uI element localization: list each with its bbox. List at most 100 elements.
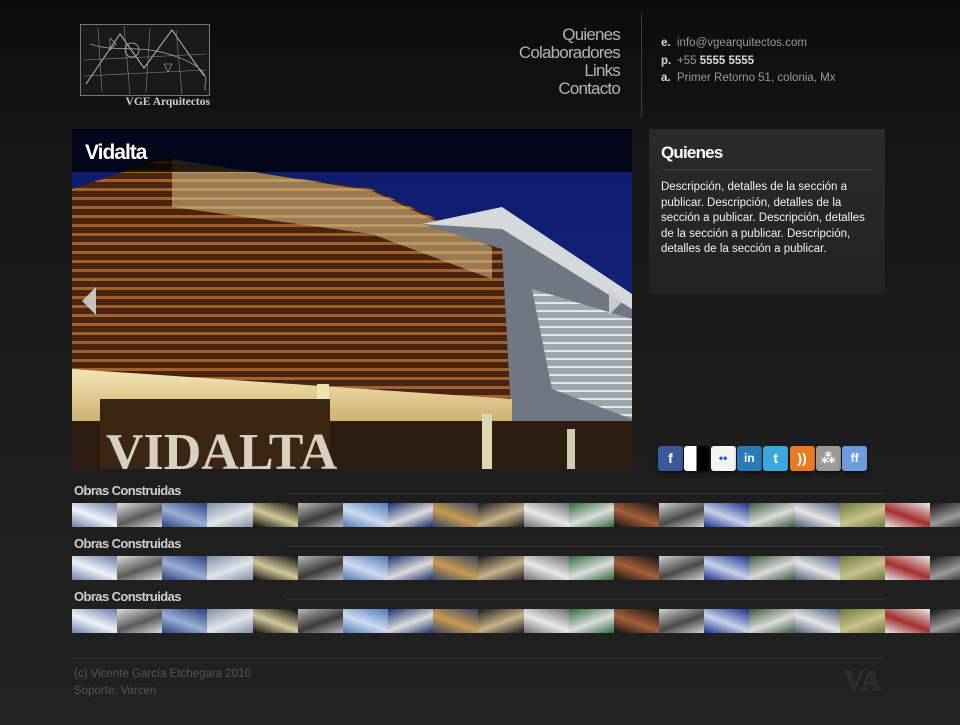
gallery-thumbnail[interactable] <box>478 556 524 580</box>
gallery-title: Obras Construidas <box>74 483 181 498</box>
main-nav: Quienes Colaboradores Links Contacto <box>519 26 621 98</box>
gallery-thumbnail[interactable] <box>659 503 705 527</box>
gallery-thumbnail[interactable] <box>433 556 479 580</box>
info-body: Descripción, detalles de la sección a pu… <box>661 181 865 256</box>
site-logo[interactable]: VGE Arquitectos <box>80 24 210 108</box>
slide-next-button[interactable] <box>607 287 623 320</box>
featured-slideshow[interactable]: VIDALTA Vidalta <box>72 129 632 469</box>
gallery-thumbnail[interactable] <box>478 609 524 633</box>
footer: (c) Vicente García Etchegara 2010 Soport… <box>74 666 251 700</box>
gallery-thumbnail[interactable] <box>613 556 660 580</box>
gallery-thumbnail[interactable] <box>72 609 118 633</box>
gallery-thumbnail[interactable] <box>162 556 208 580</box>
thumbnail-strip <box>72 609 960 633</box>
nav-divider <box>641 12 642 117</box>
gallery-thumbnail[interactable] <box>252 609 298 633</box>
gallery-thumbnail[interactable] <box>162 503 208 527</box>
gallery-thumbnail[interactable] <box>749 556 795 580</box>
gallery-thumbnail[interactable] <box>297 609 343 633</box>
gallery-thumbnail[interactable] <box>704 609 750 633</box>
gallery-thumbnail[interactable] <box>929 556 960 580</box>
gallery-thumbnail[interactable] <box>839 556 885 580</box>
gallery-thumbnail[interactable] <box>117 609 163 633</box>
gallery-thumbnail[interactable] <box>523 556 569 580</box>
gallery-thumbnail[interactable] <box>568 556 614 580</box>
gallery-thumbnail[interactable] <box>523 609 569 633</box>
gallery-thumbnail[interactable] <box>388 556 434 580</box>
slide-prev-button[interactable] <box>82 287 98 320</box>
gallery-thumbnail[interactable] <box>568 609 614 633</box>
gallery-thumbnail[interactable] <box>884 503 930 527</box>
gallery-rule <box>286 493 885 494</box>
contact-address-row: a. Primer Retorno 51, colonia, Mx <box>661 70 836 88</box>
gallery-thumbnail[interactable] <box>342 503 389 527</box>
gallery-thumbnail[interactable] <box>117 503 163 527</box>
gallery-thumbnail[interactable] <box>794 503 840 527</box>
monogram-text: VA <box>844 666 882 694</box>
gallery-thumbnail[interactable] <box>478 503 524 527</box>
phone-number: 5555 5555 <box>699 54 755 67</box>
gallery-rule <box>286 546 885 547</box>
chevron-left-icon <box>82 287 96 315</box>
gallery-thumbnail[interactable] <box>297 556 343 580</box>
nav-link-colaboradores[interactable]: Colaboradores <box>519 44 621 62</box>
gallery-title: Obras Construidas <box>74 589 181 604</box>
gallery-thumbnail[interactable] <box>388 503 434 527</box>
gallery-thumbnail[interactable] <box>523 503 569 527</box>
gallery-thumbnail[interactable] <box>884 609 930 633</box>
email-link[interactable]: info@vgearquitectos.com <box>677 37 807 49</box>
gallery-thumbnail[interactable] <box>433 609 479 633</box>
twitter-icon[interactable]: t <box>763 446 789 471</box>
gallery-thumbnail[interactable] <box>794 609 840 633</box>
gallery-thumbnail[interactable] <box>749 503 795 527</box>
delicious-icon[interactable] <box>684 446 710 471</box>
facebook-icon[interactable]: f <box>658 446 683 471</box>
nav-link-contacto[interactable]: Contacto <box>519 80 620 98</box>
gallery-thumbnail[interactable] <box>252 556 298 580</box>
gallery-thumbnail[interactable] <box>839 503 885 527</box>
friendfeed-icon[interactable]: ff <box>842 446 868 471</box>
gallery-thumbnail[interactable] <box>659 556 705 580</box>
logo-sketch-icon <box>80 24 210 96</box>
chevron-right-icon <box>609 287 623 315</box>
thumbnail-strip <box>72 503 960 527</box>
gallery-thumbnail[interactable] <box>207 503 253 527</box>
gallery-thumbnail[interactable] <box>568 503 614 527</box>
gallery-thumbnail[interactable] <box>72 556 118 580</box>
gallery-thumbnail[interactable] <box>839 609 885 633</box>
linkedin-icon[interactable]: in <box>736 446 762 471</box>
gallery-thumbnail[interactable] <box>342 609 389 633</box>
nav-link-quienes[interactable]: Quienes <box>519 26 621 44</box>
email-key: e. <box>661 37 671 49</box>
gallery-thumbnail[interactable] <box>433 503 479 527</box>
gallery-thumbnail[interactable] <box>929 609 960 633</box>
gallery-thumbnail[interactable] <box>162 609 208 633</box>
gallery-thumbnail[interactable] <box>749 609 795 633</box>
gallery-thumbnail[interactable] <box>794 556 840 580</box>
contact-phone-row: p. +55 5555 5555 <box>661 53 836 71</box>
gallery-thumbnail[interactable] <box>659 609 705 633</box>
slide-sign-text: VIDALTA <box>106 424 338 469</box>
gallery-thumbnail[interactable] <box>72 503 118 527</box>
gallery-thumbnail[interactable] <box>704 556 750 580</box>
slide-title: Vidalta <box>85 141 147 164</box>
gallery-thumbnail[interactable] <box>252 503 298 527</box>
address-text: Primer Retorno 51, colonia, Mx <box>677 72 836 84</box>
gallery-thumbnail[interactable] <box>388 609 434 633</box>
gallery-thumbnail[interactable] <box>117 556 163 580</box>
gallery-thumbnail[interactable] <box>929 503 960 527</box>
gallery-thumbnail[interactable] <box>342 556 389 580</box>
gallery-thumbnail[interactable] <box>297 503 343 527</box>
gallery-thumbnail[interactable] <box>884 556 930 580</box>
rss-icon[interactable]: )) <box>789 446 815 471</box>
myspace-icon[interactable]: ⁂ <box>815 446 841 471</box>
gallery-thumbnail[interactable] <box>207 609 253 633</box>
gallery-thumbnail[interactable] <box>613 609 660 633</box>
gallery-thumbnail[interactable] <box>704 503 750 527</box>
thumbnail-strip <box>72 556 960 580</box>
nav-link-links[interactable]: Links <box>519 62 620 80</box>
gallery-thumbnail[interactable] <box>613 503 660 527</box>
gallery-rule <box>286 599 885 600</box>
gallery-thumbnail[interactable] <box>207 556 253 580</box>
flickr-icon[interactable]: •• <box>710 446 736 471</box>
